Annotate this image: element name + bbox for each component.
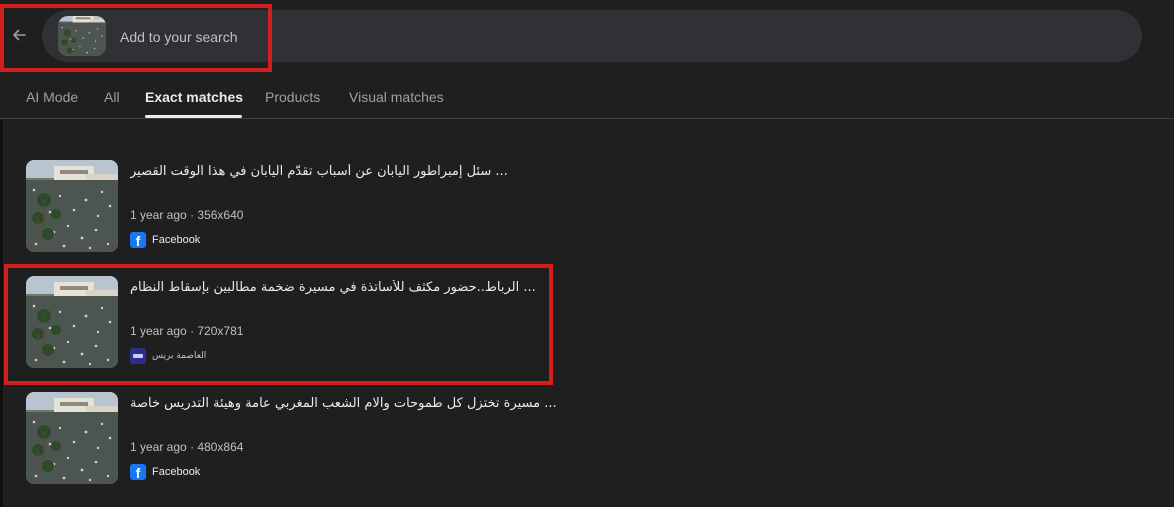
result-meta: 1 year ago · 720x781 bbox=[130, 324, 243, 338]
search-header bbox=[0, 0, 1174, 72]
result-item[interactable]: مسيرة تختزل كل طموحات وآلام الشعب المغرب… bbox=[26, 392, 626, 486]
result-meta: 1 year ago · 356x640 bbox=[130, 208, 243, 222]
meta-separator: · bbox=[190, 324, 195, 338]
meta-separator: · bbox=[190, 440, 195, 454]
result-thumbnail[interactable] bbox=[26, 276, 118, 368]
result-dimensions: 356x640 bbox=[197, 208, 244, 222]
result-thumbnail[interactable] bbox=[26, 392, 118, 484]
back-button[interactable] bbox=[8, 24, 30, 46]
search-box[interactable] bbox=[42, 10, 1142, 62]
source-name: Facebook bbox=[152, 466, 201, 478]
search-image-thumbnail[interactable] bbox=[58, 16, 106, 56]
meta-separator: · bbox=[190, 208, 195, 222]
facebook-icon: f bbox=[130, 464, 146, 480]
result-source[interactable]: f Facebook bbox=[130, 232, 200, 248]
source-name: Facebook bbox=[152, 234, 201, 246]
source-name: العاصمة بريس bbox=[152, 351, 207, 361]
result-dimensions: 720x781 bbox=[197, 324, 244, 338]
facebook-icon: f bbox=[130, 232, 146, 248]
arrow-left-icon bbox=[13, 29, 26, 41]
left-divider bbox=[0, 120, 3, 507]
result-item[interactable]: الرباط..حضور مكثف للأساتذة في مسيرة ضخمة… bbox=[26, 276, 626, 370]
active-tab-indicator bbox=[145, 115, 242, 118]
result-age: 1 year ago bbox=[130, 440, 187, 454]
tab-visual-matches[interactable]: Visual matches bbox=[349, 89, 444, 105]
search-input[interactable] bbox=[118, 24, 522, 50]
tab-ai-mode[interactable]: AI Mode bbox=[26, 89, 78, 105]
result-item[interactable]: سئل إمبراطور اليابان عن أسباب تقدّم اليا… bbox=[26, 160, 626, 254]
result-thumbnail[interactable] bbox=[26, 160, 118, 252]
site-favicon-icon bbox=[130, 348, 146, 364]
search-tabs: AI Mode All Exact matches Products Visua… bbox=[0, 72, 1174, 119]
result-age: 1 year ago bbox=[130, 324, 187, 338]
result-age: 1 year ago bbox=[130, 208, 187, 222]
result-source[interactable]: f Facebook bbox=[130, 464, 200, 480]
tab-products[interactable]: Products bbox=[265, 89, 320, 105]
tab-exact-matches[interactable]: Exact matches bbox=[145, 89, 243, 105]
tab-all[interactable]: All bbox=[104, 89, 120, 105]
result-title[interactable]: مسيرة تختزل كل طموحات وآلام الشعب المغرب… bbox=[130, 396, 590, 411]
result-meta: 1 year ago · 480x864 bbox=[130, 440, 243, 454]
result-title[interactable]: الرباط..حضور مكثف للأساتذة في مسيرة ضخمة… bbox=[130, 280, 590, 295]
result-dimensions: 480x864 bbox=[197, 440, 244, 454]
result-source[interactable]: العاصمة بريس bbox=[130, 348, 206, 364]
result-title[interactable]: سئل إمبراطور اليابان عن أسباب تقدّم اليا… bbox=[130, 164, 590, 179]
